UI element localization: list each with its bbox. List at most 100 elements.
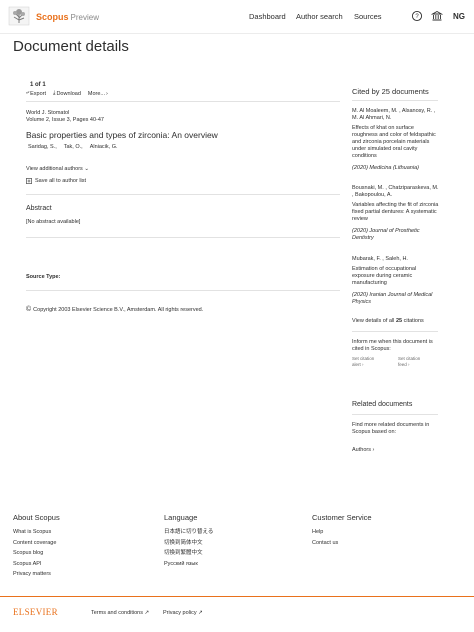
- set-citation-alert-button[interactable]: Set citation alert ›: [352, 356, 380, 368]
- citation-title[interactable]: Estimation of occupational exposure duri…: [352, 266, 440, 287]
- elsevier-tree-logo-icon[interactable]: [8, 6, 30, 26]
- brand-name: Scopus: [36, 12, 69, 22]
- footer-link[interactable]: What is Scopus: [13, 527, 60, 538]
- divider: [352, 100, 438, 101]
- brand-suffix: Preview: [70, 13, 99, 22]
- chevron-down-icon: ⌄: [84, 166, 89, 172]
- author-link[interactable]: Tak, O.,: [64, 144, 83, 150]
- view-all-suffix: citations: [403, 318, 424, 324]
- view-authors-label: View additional authors: [26, 166, 83, 172]
- nav-dashboard[interactable]: Dashboard: [249, 12, 286, 21]
- citation-title[interactable]: Effects of khat on surface roughness and…: [352, 125, 440, 160]
- citation-source: (2020) Medicina (Lithuania): [352, 165, 419, 171]
- citation-title[interactable]: Variables affecting the fit of zirconia …: [352, 202, 440, 223]
- divider: [26, 290, 340, 291]
- footer-link[interactable]: Contact us: [312, 538, 372, 549]
- terms-label: Terms and conditions: [91, 610, 143, 616]
- journal-info: World J. Stomatol Volume 2, Issue 3, Pag…: [26, 110, 104, 124]
- footer-language: Language 日本語に切り替える 切换到简体中文 切換到繁體中文 Русск…: [164, 513, 213, 569]
- citation-authors: Bousnaki, M. , Chatziparaskeva, M. , Bak…: [352, 185, 439, 198]
- feed-line2: feed: [398, 362, 407, 367]
- view-all-citations-link[interactable]: View details of all 25 citations: [352, 318, 424, 324]
- top-header: Scopus Preview Dashboard Author search So…: [0, 0, 474, 34]
- citation-item: M. Al Moaleem, M. , Alsanosy, R. , M. Al…: [352, 108, 440, 172]
- nav-sources[interactable]: Sources: [354, 12, 382, 21]
- copyright-notice: © Copyright 2003 Elsevier Science B.V., …: [26, 306, 203, 313]
- author-link[interactable]: Saridag, S.,: [28, 144, 57, 150]
- divider: [352, 414, 438, 415]
- user-avatar[interactable]: NG: [453, 12, 465, 21]
- citation-item: Bousnaki, M. , Chatziparaskeva, M. , Bak…: [352, 185, 440, 242]
- download-label: Download: [56, 90, 81, 97]
- cited-by-heading: Cited by 25 documents: [352, 87, 429, 96]
- more-button[interactable]: More... ›: [88, 90, 108, 97]
- download-icon: ⤓: [53, 90, 56, 96]
- footer-about: About Scopus What is Scopus Content cove…: [13, 513, 60, 580]
- inform-text: Inform me when this document is cited in…: [352, 339, 433, 352]
- footer-link[interactable]: Help: [312, 527, 372, 538]
- divider: [26, 194, 340, 195]
- scopus-brand[interactable]: Scopus Preview: [36, 12, 99, 22]
- related-authors-link[interactable]: Authors ›: [352, 447, 374, 453]
- nav-author-search[interactable]: Author search: [296, 12, 343, 21]
- footer-link[interactable]: Scopus blog: [13, 548, 60, 559]
- author-list: Saridag, S., Tak, O., Alniacik, G.: [28, 144, 118, 150]
- view-additional-authors-button[interactable]: View additional authors ⌄: [26, 166, 89, 172]
- help-icon[interactable]: ?: [411, 10, 423, 22]
- download-button[interactable]: ⤓ Download: [53, 90, 81, 97]
- language-link[interactable]: Русский язык: [164, 559, 213, 570]
- footer-divider: [0, 596, 474, 597]
- footer-service: Customer Service Help Contact us: [312, 513, 372, 548]
- privacy-label: Privacy policy: [163, 610, 197, 616]
- export-button[interactable]: ⤶ Export: [26, 90, 46, 97]
- divider: [26, 101, 340, 102]
- more-label: More...: [87, 90, 106, 97]
- terms-link[interactable]: Terms and conditions ↗: [91, 610, 149, 616]
- view-all-prefix: View details of all: [352, 318, 395, 324]
- privacy-link[interactable]: Privacy policy ↗: [163, 610, 203, 616]
- elsevier-logo[interactable]: ELSEVIER: [13, 607, 58, 617]
- author-link[interactable]: Alniacik, G.: [90, 144, 118, 150]
- related-documents-text: Find more related documents in Scopus ba…: [352, 422, 430, 435]
- related-authors-label: Authors: [352, 447, 371, 453]
- citation-source: (2020) Journal of Prosthetic Dentistry: [352, 228, 420, 241]
- citation-alert-buttons: Set citation alert › Set citation feed ›: [352, 356, 426, 368]
- footer-heading: Customer Service: [312, 513, 372, 522]
- copyright-text: Copyright 2003 Elsevier Science B.V., Am…: [33, 306, 204, 313]
- journal-volume: Volume 2, Issue 3, Pages 40-47: [26, 117, 104, 123]
- alert-line2: alert: [352, 362, 361, 367]
- citation-item: Mubarak, F. , Saleh, H. Estimation of oc…: [352, 256, 440, 306]
- view-all-count: 25: [395, 318, 403, 324]
- source-type-label: Source Type:: [26, 274, 61, 280]
- divider: [352, 331, 438, 332]
- results-count: 1 of 1: [30, 82, 46, 88]
- export-label: Export: [30, 90, 46, 97]
- language-link[interactable]: 切换到简体中文: [164, 538, 213, 549]
- language-link[interactable]: 切換到繁體中文: [164, 548, 213, 559]
- save-list-icon: [26, 178, 32, 184]
- citation-source: (2020) Iranian Journal of Medical Physic…: [352, 292, 433, 305]
- external-link-icon: ↗: [144, 610, 150, 616]
- save-to-author-list-button[interactable]: Save all to author list: [26, 178, 86, 184]
- abstract-text: [No abstract available]: [26, 219, 81, 225]
- footer-link[interactable]: Privacy matters: [13, 569, 60, 580]
- language-link[interactable]: 日本語に切り替える: [164, 527, 213, 538]
- page-title: Document details: [13, 38, 129, 55]
- footer-link[interactable]: Scopus API: [13, 559, 60, 570]
- chevron-right-icon: ›: [106, 90, 108, 97]
- document-title: Basic properties and types of zirconia: …: [26, 130, 218, 140]
- external-link-icon: ↗: [198, 610, 203, 616]
- copyright-icon: ©: [26, 306, 32, 313]
- export-icon: ⤶: [26, 90, 30, 96]
- chevron-right-icon: ›: [372, 447, 375, 453]
- chevron-right-icon: ›: [362, 362, 364, 367]
- footer-heading: About Scopus: [13, 513, 60, 522]
- save-list-label: Save all to author list: [35, 178, 87, 184]
- institution-icon[interactable]: [431, 10, 443, 22]
- abstract-heading: Abstract: [26, 205, 52, 212]
- svg-text:?: ?: [415, 14, 419, 20]
- footer-link[interactable]: Content coverage: [13, 538, 60, 549]
- citation-authors: Mubarak, F. , Saleh, H.: [352, 256, 408, 262]
- set-citation-feed-button[interactable]: Set citation feed ›: [398, 356, 426, 368]
- journal-name[interactable]: World J. Stomatol: [26, 110, 104, 117]
